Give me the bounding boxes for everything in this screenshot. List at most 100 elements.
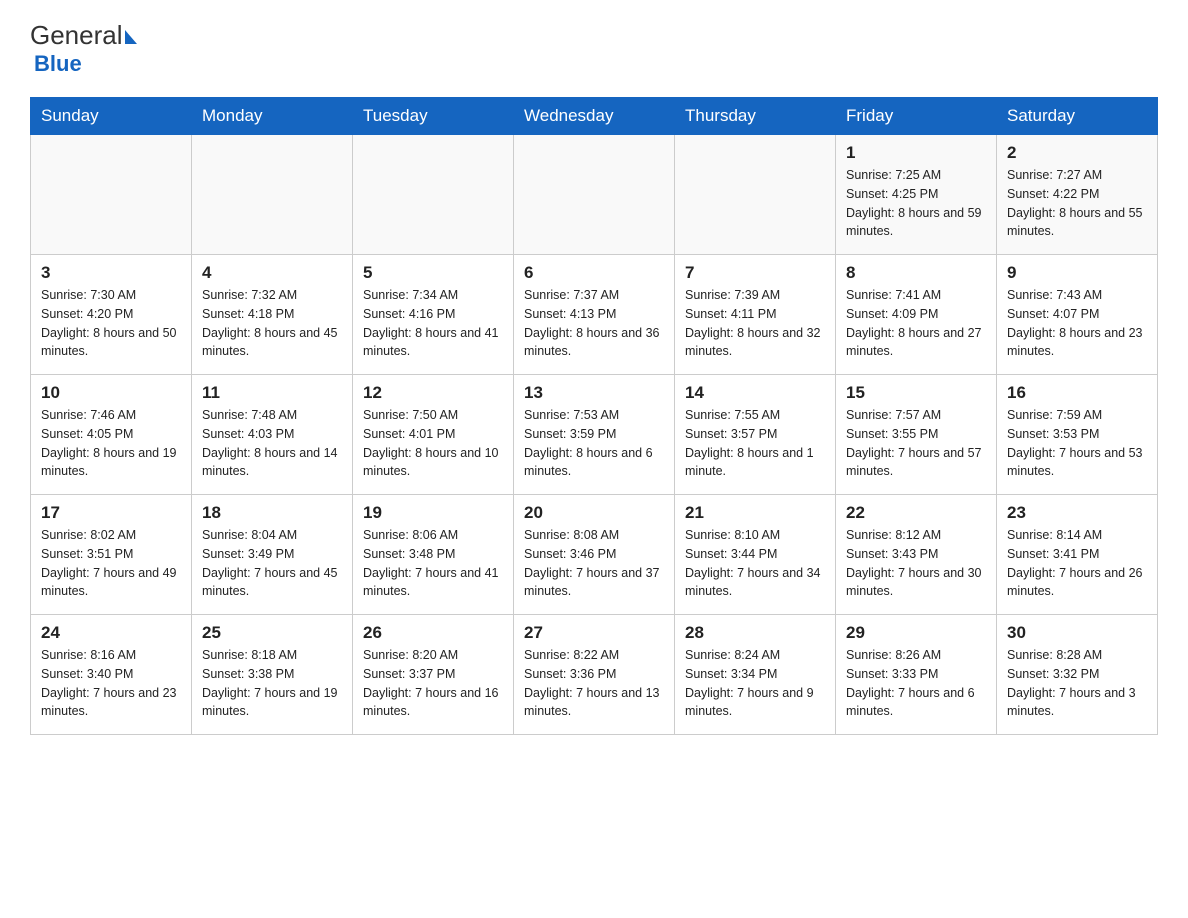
day-number: 30 (1007, 623, 1147, 643)
day-number: 18 (202, 503, 342, 523)
calendar-cell: 4 Sunrise: 7:32 AM Sunset: 4:18 PM Daylig… (192, 255, 353, 375)
calendar-cell: 15 Sunrise: 7:57 AM Sunset: 3:55 PM Dayli… (836, 375, 997, 495)
weekday-header-wednesday: Wednesday (514, 98, 675, 135)
calendar-row-0: 1 Sunrise: 7:25 AM Sunset: 4:25 PM Daylig… (31, 135, 1158, 255)
calendar-cell: 23 Sunrise: 8:14 AM Sunset: 3:41 PM Dayli… (997, 495, 1158, 615)
weekday-header-sunday: Sunday (31, 98, 192, 135)
calendar-cell: 12 Sunrise: 7:50 AM Sunset: 4:01 PM Dayli… (353, 375, 514, 495)
day-number: 19 (363, 503, 503, 523)
day-number: 8 (846, 263, 986, 283)
day-number: 7 (685, 263, 825, 283)
calendar-cell: 18 Sunrise: 8:04 AM Sunset: 3:49 PM Dayli… (192, 495, 353, 615)
day-info: Sunrise: 7:25 AM Sunset: 4:25 PM Dayligh… (846, 166, 986, 241)
weekday-header-row: SundayMondayTuesdayWednesdayThursdayFrid… (31, 98, 1158, 135)
calendar-cell (192, 135, 353, 255)
calendar-cell: 2Sunrise: 7:27 AM Sunset: 4:22 PM Daylig… (997, 135, 1158, 255)
day-number: 11 (202, 383, 342, 403)
logo: General Blue (30, 20, 137, 77)
calendar-cell: 14Sunrise: 7:55 AM Sunset: 3:57 PM Dayli… (675, 375, 836, 495)
day-info: Sunrise: 8:16 AM Sunset: 3:40 PM Dayligh… (41, 646, 181, 721)
day-number: 12 (363, 383, 503, 403)
calendar-cell (31, 135, 192, 255)
day-number: 1 (846, 143, 986, 163)
weekday-header-tuesday: Tuesday (353, 98, 514, 135)
logo-general: General (30, 20, 123, 51)
day-number: 29 (846, 623, 986, 643)
calendar-cell: 22 Sunrise: 8:12 AM Sunset: 3:43 PM Dayli… (836, 495, 997, 615)
calendar-cell: 30Sunrise: 8:28 AM Sunset: 3:32 PM Dayli… (997, 615, 1158, 735)
day-info: Sunrise: 8:24 AM Sunset: 3:34 PM Dayligh… (685, 646, 825, 721)
day-number: 10 (41, 383, 181, 403)
weekday-header-thursday: Thursday (675, 98, 836, 135)
day-info: Sunrise: 7:34 AM Sunset: 4:16 PM Dayligh… (363, 286, 503, 361)
day-number: 6 (524, 263, 664, 283)
header: General Blue (30, 20, 1158, 77)
day-info: Sunrise: 8:06 AM Sunset: 3:48 PM Dayligh… (363, 526, 503, 601)
day-number: 4 (202, 263, 342, 283)
calendar-cell: 3 Sunrise: 7:30 AM Sunset: 4:20 PM Daylig… (31, 255, 192, 375)
calendar-cell (514, 135, 675, 255)
day-info: Sunrise: 8:12 AM Sunset: 3:43 PM Dayligh… (846, 526, 986, 601)
calendar-cell: 25Sunrise: 8:18 AM Sunset: 3:38 PM Dayli… (192, 615, 353, 735)
logo-blue-text: Blue (34, 51, 82, 76)
day-info: Sunrise: 8:22 AM Sunset: 3:36 PM Dayligh… (524, 646, 664, 721)
calendar-row-1: 3 Sunrise: 7:30 AM Sunset: 4:20 PM Daylig… (31, 255, 1158, 375)
calendar-cell: 24 Sunrise: 8:16 AM Sunset: 3:40 PM Dayli… (31, 615, 192, 735)
day-info: Sunrise: 8:04 AM Sunset: 3:49 PM Dayligh… (202, 526, 342, 601)
calendar-cell: 6 Sunrise: 7:37 AM Sunset: 4:13 PM Daylig… (514, 255, 675, 375)
day-info: Sunrise: 8:14 AM Sunset: 3:41 PM Dayligh… (1007, 526, 1147, 601)
day-info: Sunrise: 7:50 AM Sunset: 4:01 PM Dayligh… (363, 406, 503, 481)
calendar-cell: 10Sunrise: 7:46 AM Sunset: 4:05 PM Dayli… (31, 375, 192, 495)
day-info: Sunrise: 7:55 AM Sunset: 3:57 PM Dayligh… (685, 406, 825, 481)
day-number: 22 (846, 503, 986, 523)
day-info: Sunrise: 7:30 AM Sunset: 4:20 PM Dayligh… (41, 286, 181, 361)
calendar-table: SundayMondayTuesdayWednesdayThursdayFrid… (30, 97, 1158, 735)
day-info: Sunrise: 7:59 AM Sunset: 3:53 PM Dayligh… (1007, 406, 1147, 481)
day-info: Sunrise: 7:37 AM Sunset: 4:13 PM Dayligh… (524, 286, 664, 361)
calendar-cell: 20Sunrise: 8:08 AM Sunset: 3:46 PM Dayli… (514, 495, 675, 615)
calendar-cell (353, 135, 514, 255)
day-info: Sunrise: 7:53 AM Sunset: 3:59 PM Dayligh… (524, 406, 664, 481)
day-number: 28 (685, 623, 825, 643)
calendar-cell: 26 Sunrise: 8:20 AM Sunset: 3:37 PM Dayli… (353, 615, 514, 735)
calendar-cell: 7 Sunrise: 7:39 AM Sunset: 4:11 PM Daylig… (675, 255, 836, 375)
calendar-cell: 28 Sunrise: 8:24 AM Sunset: 3:34 PM Dayli… (675, 615, 836, 735)
weekday-header-saturday: Saturday (997, 98, 1158, 135)
day-number: 5 (363, 263, 503, 283)
calendar-row-2: 10Sunrise: 7:46 AM Sunset: 4:05 PM Dayli… (31, 375, 1158, 495)
day-info: Sunrise: 7:57 AM Sunset: 3:55 PM Dayligh… (846, 406, 986, 481)
day-info: Sunrise: 8:18 AM Sunset: 3:38 PM Dayligh… (202, 646, 342, 721)
calendar-cell: 8 Sunrise: 7:41 AM Sunset: 4:09 PM Daylig… (836, 255, 997, 375)
calendar-cell: 16 Sunrise: 7:59 AM Sunset: 3:53 PM Dayli… (997, 375, 1158, 495)
day-number: 27 (524, 623, 664, 643)
calendar-cell: 19 Sunrise: 8:06 AM Sunset: 3:48 PM Dayli… (353, 495, 514, 615)
calendar-cell: 9Sunrise: 7:43 AM Sunset: 4:07 PM Daylig… (997, 255, 1158, 375)
day-info: Sunrise: 7:41 AM Sunset: 4:09 PM Dayligh… (846, 286, 986, 361)
day-info: Sunrise: 8:02 AM Sunset: 3:51 PM Dayligh… (41, 526, 181, 601)
day-info: Sunrise: 7:43 AM Sunset: 4:07 PM Dayligh… (1007, 286, 1147, 361)
day-info: Sunrise: 8:20 AM Sunset: 3:37 PM Dayligh… (363, 646, 503, 721)
calendar-row-4: 24 Sunrise: 8:16 AM Sunset: 3:40 PM Dayli… (31, 615, 1158, 735)
day-info: Sunrise: 8:08 AM Sunset: 3:46 PM Dayligh… (524, 526, 664, 601)
calendar-cell (675, 135, 836, 255)
logo-triangle-icon (125, 30, 137, 44)
day-info: Sunrise: 7:39 AM Sunset: 4:11 PM Dayligh… (685, 286, 825, 361)
calendar-cell: 13 Sunrise: 7:53 AM Sunset: 3:59 PM Dayli… (514, 375, 675, 495)
day-number: 24 (41, 623, 181, 643)
weekday-header-friday: Friday (836, 98, 997, 135)
day-number: 15 (846, 383, 986, 403)
day-number: 17 (41, 503, 181, 523)
calendar-cell: 27 Sunrise: 8:22 AM Sunset: 3:36 PM Dayli… (514, 615, 675, 735)
day-number: 13 (524, 383, 664, 403)
calendar-cell: 1 Sunrise: 7:25 AM Sunset: 4:25 PM Daylig… (836, 135, 997, 255)
day-number: 23 (1007, 503, 1147, 523)
day-number: 26 (363, 623, 503, 643)
day-info: Sunrise: 7:32 AM Sunset: 4:18 PM Dayligh… (202, 286, 342, 361)
calendar-cell: 17 Sunrise: 8:02 AM Sunset: 3:51 PM Dayli… (31, 495, 192, 615)
day-info: Sunrise: 8:10 AM Sunset: 3:44 PM Dayligh… (685, 526, 825, 601)
calendar-cell: 29Sunrise: 8:26 AM Sunset: 3:33 PM Dayli… (836, 615, 997, 735)
day-number: 3 (41, 263, 181, 283)
calendar-cell: 21Sunrise: 8:10 AM Sunset: 3:44 PM Dayli… (675, 495, 836, 615)
day-number: 16 (1007, 383, 1147, 403)
day-info: Sunrise: 7:27 AM Sunset: 4:22 PM Dayligh… (1007, 166, 1147, 241)
